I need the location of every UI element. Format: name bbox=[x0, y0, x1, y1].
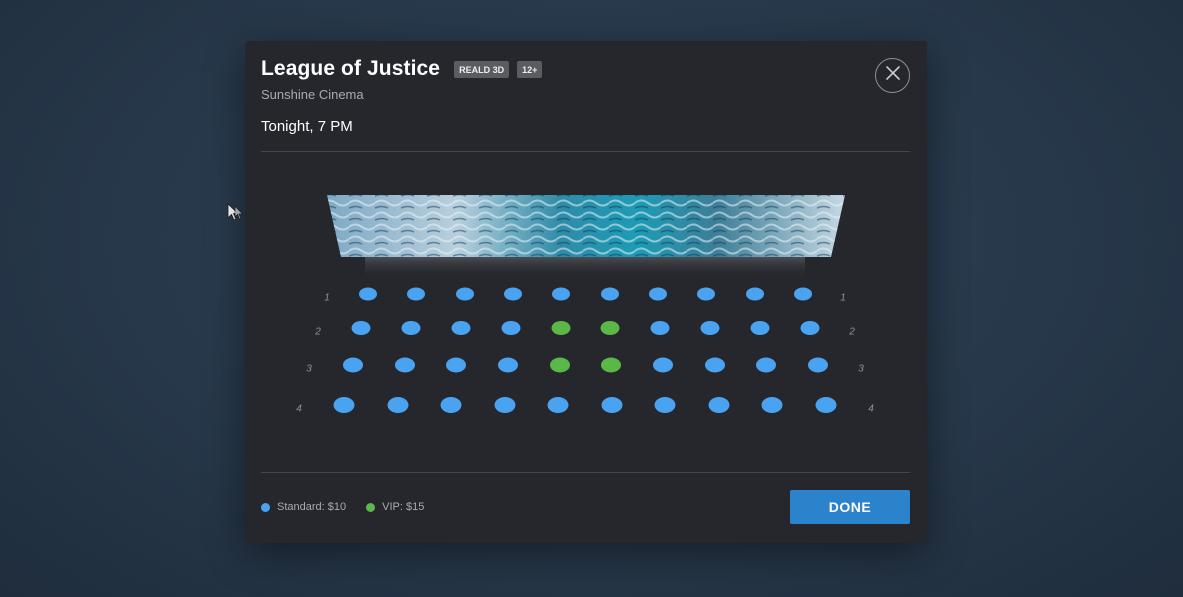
standard-seat[interactable] bbox=[359, 287, 377, 301]
standard-seat[interactable] bbox=[387, 397, 409, 413]
standard-seat[interactable] bbox=[451, 321, 471, 335]
standard-seat[interactable] bbox=[756, 357, 777, 373]
standard-seat[interactable] bbox=[650, 321, 670, 335]
vip-seat[interactable] bbox=[549, 357, 570, 373]
standard-seat[interactable] bbox=[446, 357, 467, 373]
standard-seat[interactable] bbox=[654, 397, 676, 413]
standard-seat[interactable] bbox=[501, 321, 521, 335]
row-label-right: 4 bbox=[868, 403, 874, 415]
done-button[interactable]: DONE bbox=[790, 490, 910, 524]
vip-seat[interactable] bbox=[601, 357, 622, 373]
row-label-right: 1 bbox=[840, 292, 846, 304]
standard-seat[interactable] bbox=[815, 397, 837, 413]
vip-seat[interactable] bbox=[551, 321, 571, 335]
seat-selection-dialog: League of Justice REALD 3D 12+ Sunshine … bbox=[245, 41, 927, 543]
standard-seat[interactable] bbox=[394, 357, 415, 373]
standard-seat[interactable] bbox=[601, 397, 623, 413]
standard-seat[interactable] bbox=[498, 357, 518, 373]
standard-seat[interactable] bbox=[552, 287, 571, 301]
row-label-right: 2 bbox=[849, 326, 855, 338]
standard-seat[interactable] bbox=[808, 357, 828, 373]
standard-seat[interactable] bbox=[504, 287, 522, 301]
vip-dot-icon bbox=[366, 502, 376, 512]
price-legend: Standard: $10 VIP: $15 bbox=[261, 501, 444, 513]
footer-divider bbox=[261, 472, 910, 473]
legend-standard-label: Standard: $10 bbox=[277, 501, 347, 513]
standard-seat[interactable] bbox=[794, 287, 812, 301]
standard-seat[interactable] bbox=[708, 397, 730, 413]
standard-seat[interactable] bbox=[750, 321, 770, 335]
standard-seat[interactable] bbox=[653, 357, 673, 373]
row-label-right: 3 bbox=[858, 363, 864, 375]
standard-seat[interactable] bbox=[401, 321, 421, 335]
legend-vip: VIP: $15 bbox=[366, 501, 424, 513]
standard-seat[interactable] bbox=[440, 397, 462, 413]
standard-seat[interactable] bbox=[745, 287, 764, 301]
standard-seat[interactable] bbox=[761, 397, 783, 413]
row-label-left: 4 bbox=[296, 403, 302, 415]
standard-seat[interactable] bbox=[600, 287, 619, 301]
row-label-left: 3 bbox=[306, 363, 312, 375]
standard-seat[interactable] bbox=[351, 321, 371, 335]
row-label-left: 1 bbox=[324, 292, 330, 304]
standard-dot-icon bbox=[261, 502, 270, 512]
standard-seat[interactable] bbox=[547, 397, 569, 413]
standard-seat[interactable] bbox=[343, 357, 363, 373]
standard-seat[interactable] bbox=[494, 397, 516, 413]
standard-seat[interactable] bbox=[700, 321, 720, 335]
standard-seat[interactable] bbox=[333, 397, 355, 413]
standard-seat[interactable] bbox=[800, 321, 820, 335]
row-label-left: 2 bbox=[315, 326, 321, 338]
standard-seat[interactable] bbox=[407, 287, 426, 301]
standard-seat[interactable] bbox=[649, 287, 667, 301]
legend-vip-label: VIP: $15 bbox=[382, 501, 425, 513]
mouse-cursor bbox=[227, 203, 247, 228]
standard-seat[interactable] bbox=[704, 357, 725, 373]
cinema-screen bbox=[327, 195, 845, 279]
standard-seat[interactable] bbox=[455, 287, 474, 301]
legend-standard: Standard: $10 bbox=[261, 501, 346, 513]
vip-seat[interactable] bbox=[600, 321, 620, 335]
standard-seat[interactable] bbox=[697, 287, 716, 301]
